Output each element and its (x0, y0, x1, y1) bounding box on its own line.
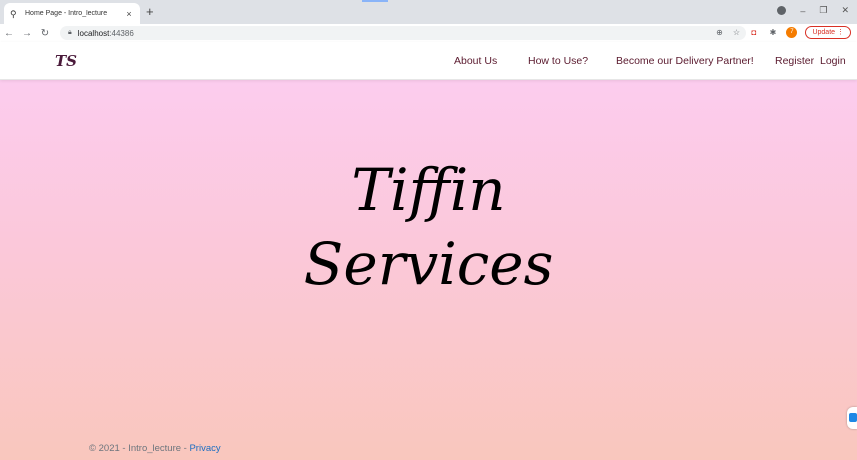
nav-login[interactable]: Login (820, 55, 846, 67)
site-navbar: TS About Us How to Use? Become our Deliv… (0, 42, 857, 80)
brand-logo[interactable]: TS (55, 52, 77, 70)
profile-avatar[interactable]: 7 (786, 27, 798, 38)
restore-button[interactable]: ❐ (819, 5, 827, 16)
hero-title-line1: Tiffin (351, 156, 506, 224)
tab-close-icon[interactable]: × (124, 9, 134, 19)
browser-tab[interactable]: ⚲ Home Page - Intro_lecture × (4, 3, 140, 24)
minimize-button[interactable]: – (800, 6, 805, 16)
hero-title: Tiffin Services (0, 150, 857, 304)
profile-icon[interactable] (777, 6, 787, 15)
extensions-puzzle-icon[interactable]: ✱ (767, 27, 778, 38)
loading-indicator (362, 0, 388, 2)
reload-icon[interactable]: ↻ (36, 28, 54, 39)
new-tab-button[interactable]: + (146, 4, 154, 20)
update-label: Update (812, 29, 836, 36)
browser-toolbar: ← → ↻ 🔒︎ localhost:44386 ⊕ ☆ ◘ ✱ 7 Updat… (0, 24, 857, 42)
back-arrow-icon[interactable]: ← (0, 28, 18, 39)
nav-register[interactable]: Register (775, 55, 814, 67)
url-host: localhost (77, 28, 110, 38)
nav-delivery-partner[interactable]: Become our Delivery Partner! (616, 55, 754, 67)
tab-title: Home Page - Intro_lecture (25, 10, 108, 17)
bookmark-star-icon[interactable]: ☆ (733, 26, 740, 40)
window-controls: – ❐ ✕ (777, 5, 849, 16)
hero-title-line2: Services (303, 230, 554, 298)
side-widget-button[interactable] (847, 407, 857, 429)
extensions-area: ◘ ✱ 7 Update ⋮ (748, 26, 851, 39)
url-port: :44386 (109, 28, 134, 38)
nav-about-us[interactable]: About Us (454, 55, 497, 67)
footer-copyright: © 2021 - Intro_lecture - (89, 443, 190, 454)
address-bar[interactable]: 🔒︎ localhost:44386 ⊕ ☆ (60, 26, 746, 40)
browser-tabstrip: ⚲ Home Page - Intro_lecture × + – ❐ ✕ (0, 0, 857, 24)
page-favicon-icon: ⚲ (10, 8, 17, 19)
update-button[interactable]: Update ⋮ (805, 26, 851, 39)
zoom-icon[interactable]: ⊕ (716, 26, 723, 40)
forward-arrow-icon[interactable]: → (18, 28, 36, 39)
privacy-link[interactable]: Privacy (189, 443, 220, 454)
extension-shield-icon[interactable]: ◘ (748, 27, 759, 38)
page-body: TS About Us How to Use? Become our Deliv… (0, 42, 857, 460)
nav-how-to-use[interactable]: How to Use? (528, 55, 588, 67)
close-window-button[interactable]: ✕ (841, 5, 849, 16)
page-footer: © 2021 - Intro_lecture - Privacy (89, 443, 221, 454)
widget-icon (849, 413, 857, 422)
lock-icon[interactable]: 🔒︎ (68, 29, 72, 37)
